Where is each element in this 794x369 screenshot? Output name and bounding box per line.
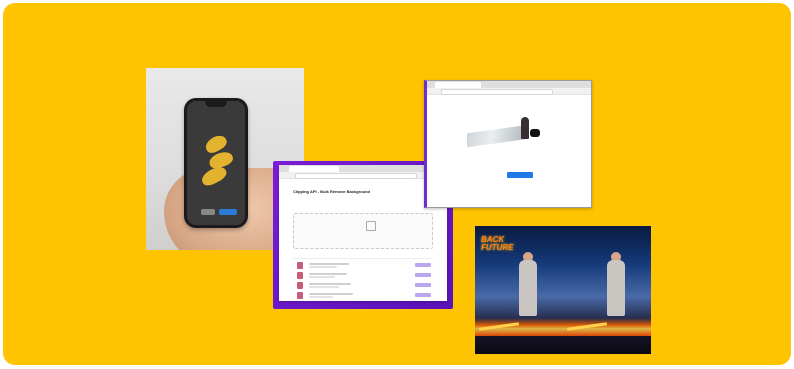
row-action-button[interactable] [415,293,431,297]
upload-image-button[interactable] [507,172,533,178]
row-meta [309,286,339,288]
row-filename [309,293,353,295]
clipping-browser-window: Clipping API - Bulk Remove Background [279,165,447,301]
character-figure [607,260,625,316]
row-filename [309,283,351,285]
window-titlebar [279,165,447,172]
url-field[interactable] [295,173,417,179]
page-title: Clipping API - Bulk Remove Background [293,189,370,194]
row-meta [309,266,337,268]
character-figure [519,260,537,316]
row-action-button[interactable] [415,263,431,267]
dog-image [530,129,540,137]
background-removal-window [424,80,592,208]
poster-original: BACK FUTURE [475,226,563,354]
poster-comparison: BACK FUTURE [475,226,651,354]
window-titlebar [427,81,591,88]
image-thumbnail [297,272,303,279]
address-bar [427,88,591,95]
list-header [293,253,433,259]
row-meta [309,296,333,298]
upload-dropzone[interactable] [293,213,433,249]
list-item[interactable] [297,291,431,300]
row-filename [309,263,349,265]
poster-title-line2: FUTURE [481,243,514,252]
hero-banner: Clipping API - Bulk Remove Background BA… [3,3,791,365]
list-item[interactable] [297,261,431,270]
row-meta [309,276,335,278]
poster-processed [563,226,651,354]
row-action-button[interactable] [415,283,431,287]
row-action-button[interactable] [415,273,431,277]
list-item[interactable] [297,271,431,280]
phone-back-button[interactable] [201,209,215,215]
upload-icon [366,221,376,231]
phone-save-button[interactable] [219,209,237,215]
image-thumbnail [297,292,303,299]
url-field[interactable] [441,89,553,95]
phone-screen [187,101,245,225]
image-thumbnail [297,262,303,269]
person-image [521,117,529,139]
row-filename [309,273,347,275]
sample-image [467,117,553,148]
list-item[interactable] [297,281,431,290]
poster-title: BACK FUTURE [481,236,513,252]
wall-image [467,124,529,148]
phone-device [184,98,248,228]
image-thumbnail [297,282,303,289]
banana-image [199,163,229,189]
address-bar [279,172,447,179]
phone-notch [205,101,227,107]
